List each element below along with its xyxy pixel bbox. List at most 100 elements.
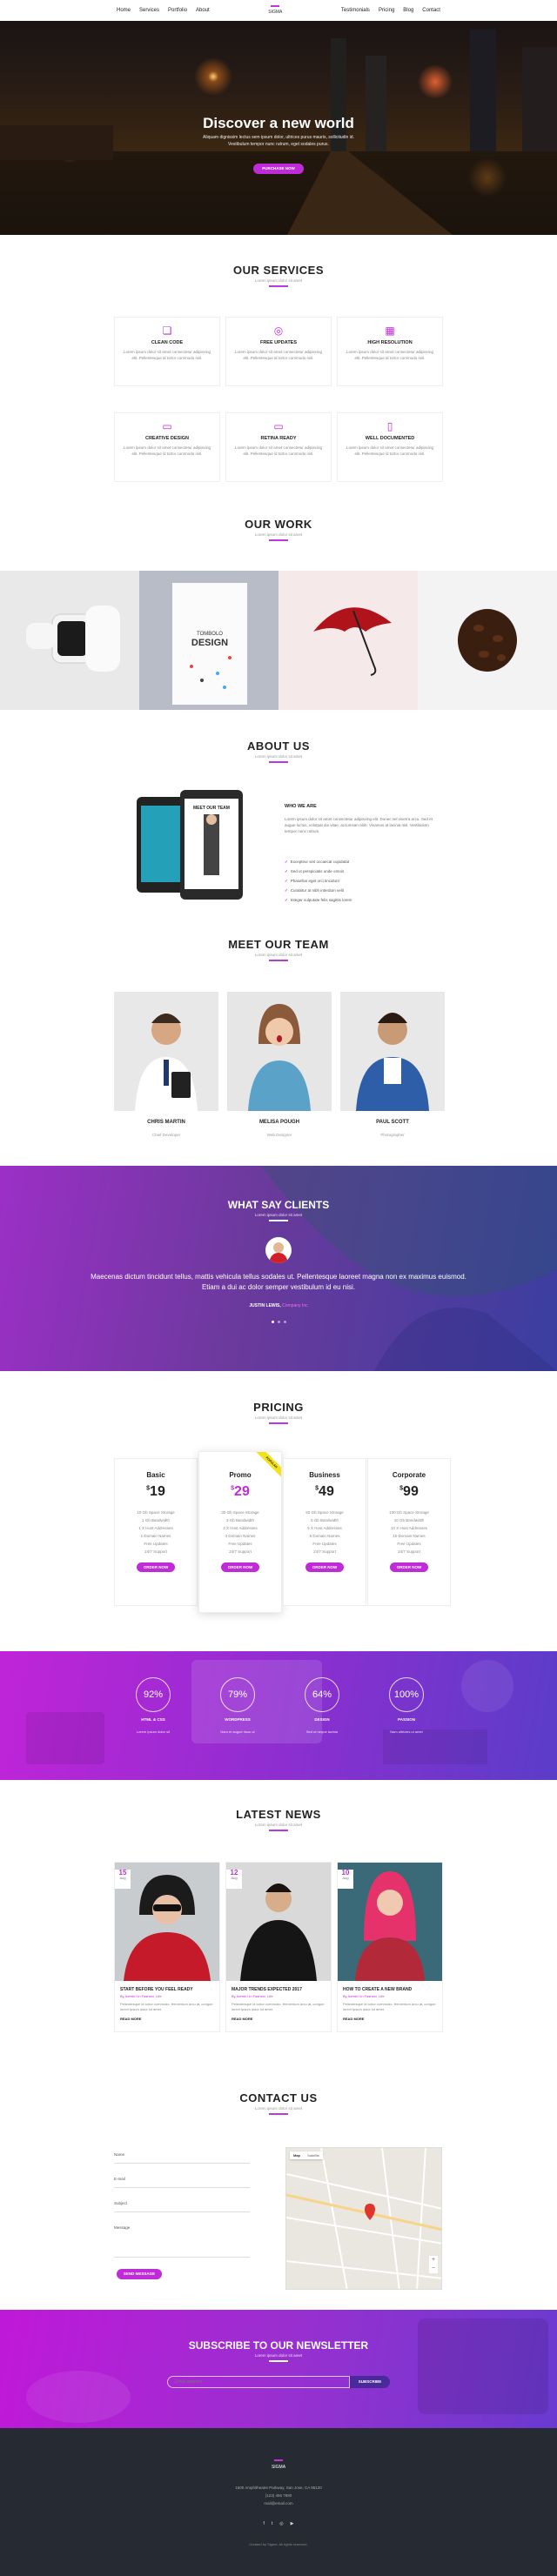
nav-about[interactable]: About	[196, 8, 210, 13]
book-icon: ▯	[386, 420, 393, 432]
title-underline	[269, 1830, 288, 1831]
facebook-icon[interactable]: f	[263, 2521, 264, 2526]
plan-name: Promo	[229, 1471, 252, 1479]
title-underline	[269, 761, 288, 763]
order-button[interactable]: ORDER NOW	[390, 1562, 428, 1572]
price-card-corporate: Corporate $99 100 Gb Space Storage 10 Gb …	[367, 1458, 451, 1606]
message-field[interactable]	[114, 2257, 250, 2258]
nav-home[interactable]: Home	[117, 8, 131, 13]
nav-services[interactable]: Services	[139, 8, 159, 13]
map-tab[interactable]: Map	[290, 2151, 304, 2159]
read-more-link[interactable]: READ MORE	[343, 2017, 437, 2021]
footer-logo[interactable]: SIGMA	[0, 2459, 557, 2470]
title-underline	[269, 1220, 288, 1221]
news-title[interactable]: START BEFORE YOU FEEL READY	[120, 1987, 214, 1992]
plan-price: $29	[231, 1484, 250, 1499]
about-subheading: WHO WE ARE	[285, 804, 317, 809]
skill-stat: 92% HTML & CSS Lorem ipsum dolor sit	[127, 1677, 179, 1737]
slider-dot[interactable]	[277, 1321, 280, 1323]
zoom-controls[interactable]: + −	[429, 2256, 438, 2273]
watch-image	[26, 606, 120, 672]
youtube-icon[interactable]: ▶	[291, 2521, 294, 2526]
service-text: Lorem ipsum dolor sit amet consectetur a…	[234, 445, 323, 456]
member-role: Web Designer	[266, 1133, 292, 1137]
service-text: Lorem ipsum dolor sit amet consectetur a…	[123, 445, 211, 456]
skill-label: WORDPRESS	[225, 1717, 251, 1722]
satellite-tab[interactable]: Satellite	[304, 2151, 323, 2159]
news-meta: By Admin / In Fashion, Life	[232, 1994, 273, 1998]
footer-phone: (123) 456 7890	[265, 2493, 292, 2498]
portfolio-item-watch[interactable]	[0, 571, 139, 710]
about-point: ✓ Sed ut perspiciatis unde omnis	[285, 869, 345, 873]
read-more-link[interactable]: READ MORE	[120, 2017, 214, 2021]
order-button[interactable]: ORDER NOW	[137, 1562, 175, 1572]
news-title[interactable]: HOW TO CREATE A NEW BRAND	[343, 1987, 437, 1992]
team-member: PAUL SCOTT Photographer	[340, 992, 445, 1141]
portfolio-item-umbrella[interactable]	[278, 571, 418, 710]
purchase-button[interactable]: PURCHASE NOW	[253, 164, 304, 174]
newsletter-email-input[interactable]	[166, 2376, 350, 2388]
service-name: CREATIVE DESIGN	[144, 436, 189, 441]
hero-section: Discover a new world Aliquam dignissim l…	[0, 21, 557, 235]
read-more-link[interactable]: READ MORE	[232, 2017, 325, 2021]
logo-text: SIGMA	[268, 10, 283, 16]
grid-icon: ▦	[385, 325, 395, 337]
plan-features: 30 Gb Space Storage 3 Gb Bandwidth 3 X Hos…	[221, 1510, 259, 1554]
skills-section: 92% HTML & CSS Lorem ipsum dolor sit 79% WO…	[0, 1651, 557, 1780]
page: Home Services Portfolio About SIGMA Test…	[0, 0, 557, 2576]
name-field[interactable]	[114, 2163, 250, 2164]
plan-price: $19	[146, 1484, 165, 1499]
nav-contact[interactable]: Contact	[422, 8, 440, 13]
portfolio-item-poster[interactable]: TOMBOLO DESIGN	[139, 571, 278, 710]
email-field[interactable]	[114, 2187, 250, 2188]
news-title[interactable]: MAJOR TRENDS EXPECTED 2017	[232, 1987, 325, 1992]
location-map[interactable]: Map Satellite + −	[285, 2147, 442, 2290]
client-avatar	[265, 1237, 292, 1263]
work-title: OUR WORK	[245, 518, 312, 531]
paint-icon: ▭	[162, 420, 172, 432]
price-card-business: Business $49 50 Gb Space Storage 5 Gb Ban…	[283, 1458, 366, 1606]
slider-dot[interactable]	[271, 1321, 274, 1323]
plan-name: Business	[309, 1471, 340, 1479]
member-role: Photographer	[380, 1133, 405, 1137]
plan-name: Basic	[146, 1471, 165, 1479]
portfolio-item-coffee[interactable]	[418, 571, 557, 710]
about-text: Lorem ipsum dolor sit amet consectetur a…	[285, 817, 433, 834]
member-name: PAUL SCOTT	[376, 1120, 409, 1125]
site-logo[interactable]: SIGMA	[268, 5, 282, 16]
subscribe-button[interactable]: SUBSCRIBE	[349, 2376, 391, 2388]
nav-portfolio[interactable]: Portfolio	[168, 8, 187, 13]
top-nav: Home Services Portfolio About SIGMA Test…	[0, 0, 557, 21]
nav-testimonials[interactable]: Testimonials	[341, 8, 370, 13]
plan-features: 50 Gb Space Storage 5 Gb Bandwidth 5 X Hos…	[305, 1510, 344, 1554]
nav-blog[interactable]: Blog	[403, 8, 413, 13]
news-meta: By Admin / In Fashion, Life	[120, 1994, 162, 1998]
service-card: ▭ CREATIVE DESIGN Lorem ipsum dolor sit am…	[114, 412, 220, 482]
news-card: 12 Aug MAJOR TRENDS EXPECTED 2017 By Admi…	[225, 1862, 332, 2032]
about-heading: ABOUT US Lorem ipsum dolor sit amet	[0, 739, 557, 763]
instagram-icon[interactable]: ◎	[279, 2521, 283, 2526]
work-heading: OUR WORK Lorem ipsum dolor sit amet	[0, 518, 557, 541]
about-point: ✓ Excepteur sint occaecat cupidatat	[285, 860, 350, 864]
news-meta: By Admin / In Fashion, Life	[343, 1994, 385, 1998]
send-message-button[interactable]: SEND MESSAGE	[117, 2269, 162, 2279]
check-icon: ✓	[285, 860, 288, 864]
skill-stat: 100% PASSION Nam ultricies ut amet	[380, 1677, 433, 1737]
member-photo	[227, 992, 332, 1111]
check-icon: ✓	[285, 898, 288, 902]
order-button[interactable]: ORDER NOW	[305, 1562, 344, 1572]
footer-email[interactable]: mail@email.com	[0, 2501, 557, 2506]
subject-field[interactable]	[114, 2211, 250, 2212]
news-photo[interactable]	[338, 1863, 442, 1981]
news-date: 10 Aug	[338, 1870, 353, 1889]
nav-pricing[interactable]: Pricing	[379, 8, 394, 13]
order-button[interactable]: ORDER NOW	[221, 1562, 259, 1572]
service-text: Lorem ipsum dolor sit amet consectetur a…	[234, 350, 323, 360]
news-photo[interactable]	[115, 1863, 219, 1981]
skill-label: HTML & CSS	[141, 1717, 165, 1722]
slider-dots	[0, 1321, 557, 1323]
news-date: 15 Aug	[115, 1870, 131, 1889]
slider-dot[interactable]	[283, 1321, 286, 1323]
news-photo[interactable]	[226, 1863, 331, 1981]
footer-address: 1600 Amphitheatre Parkway, San Jose, CA …	[235, 2486, 322, 2490]
